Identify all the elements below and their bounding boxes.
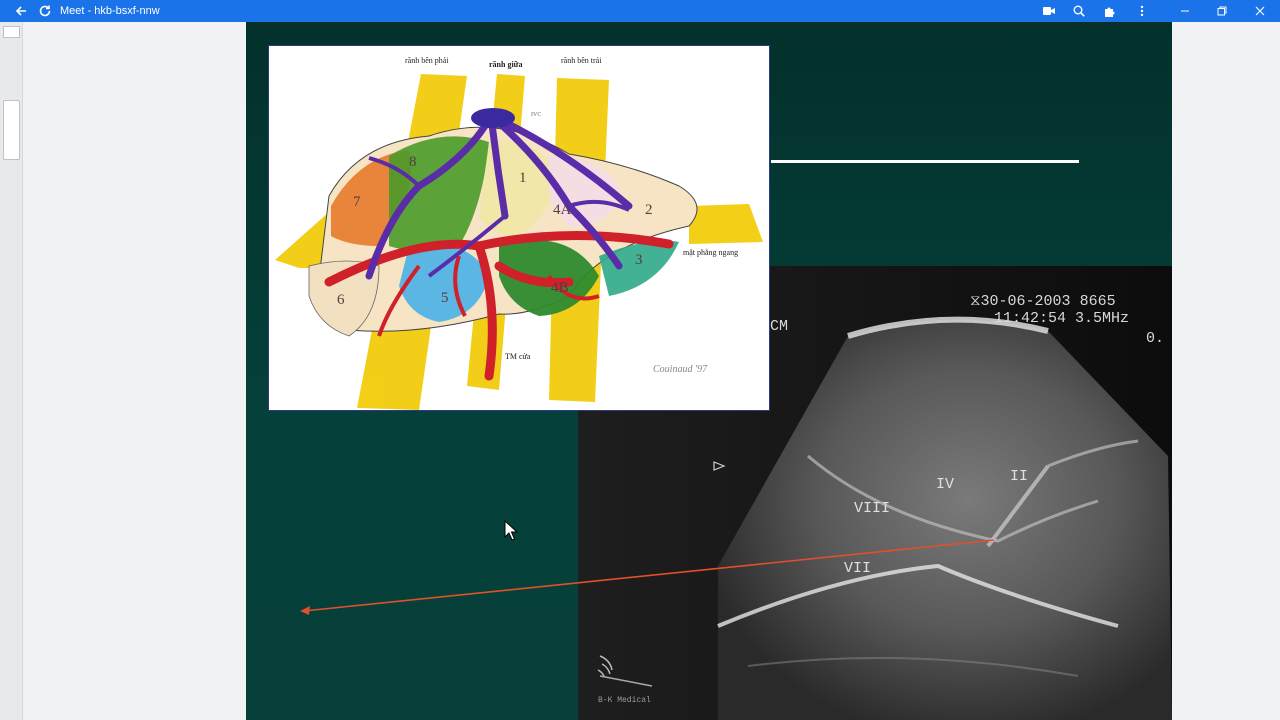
- left-panel: [0, 22, 246, 720]
- segment-7-label: 7: [353, 194, 361, 210]
- ultrasound-value: 0.: [1146, 330, 1165, 347]
- fissure-left-label: rãnh bên trái: [561, 56, 602, 65]
- fissure-middle-label: rãnh giữa: [489, 60, 523, 69]
- slide-scrollbar[interactable]: [0, 22, 23, 720]
- right-panel: [1172, 22, 1280, 720]
- segment-3-label: 3: [635, 252, 643, 268]
- segment-label: IV: [936, 476, 955, 493]
- ultrasound-scale-label: CM: [770, 318, 789, 335]
- close-icon[interactable]: [1251, 0, 1269, 22]
- marker-icon: ⧖: [970, 293, 981, 310]
- brand-label: B-K Medical: [598, 696, 651, 705]
- window-title: Meet - hkb-bsxf-nnw: [60, 5, 160, 17]
- segment-1-label: 1: [519, 170, 527, 186]
- portal-vein-label: TM cửa: [505, 352, 531, 361]
- segment-6-label: 6: [337, 292, 345, 308]
- segment-4a-label: 4A: [553, 202, 572, 218]
- back-icon[interactable]: [10, 0, 32, 22]
- more-icon[interactable]: [1133, 0, 1151, 22]
- segment-label: VIII: [854, 500, 891, 517]
- minimize-icon[interactable]: [1176, 0, 1194, 22]
- signature-label: Couinaud '97: [653, 364, 708, 375]
- ultrasound-date: ⧖30-06-2003 8665: [970, 293, 1116, 310]
- restore-icon[interactable]: [1213, 0, 1231, 22]
- zoom-icon[interactable]: [1070, 0, 1088, 22]
- window-titlebar: Meet - hkb-bsxf-nnw: [0, 0, 1280, 22]
- mouse-cursor-icon: [504, 520, 519, 541]
- slide-divider-line: [771, 160, 1079, 163]
- scroll-thumb[interactable]: [3, 100, 20, 160]
- segment-8-label: 8: [409, 154, 417, 170]
- liver-segment-diagram: 1 2 3 4A 4B 5 6 7 8 rãnh bên phải rãnh g…: [268, 45, 770, 411]
- segment-5-label: 5: [441, 290, 449, 306]
- segment-label: VII: [844, 560, 872, 577]
- extensions-icon[interactable]: [1100, 0, 1118, 22]
- fissure-right-label: rãnh bên phải: [405, 56, 449, 65]
- horizontal-plane-label: mặt phẳng ngang: [683, 248, 739, 257]
- ultrasound-time: 11:42:54 3.5MHz: [994, 310, 1130, 327]
- segment-2-label: 2: [645, 202, 653, 218]
- reload-icon[interactable]: [34, 0, 56, 22]
- segment-label: II: [1010, 468, 1029, 485]
- camera-icon[interactable]: [1040, 0, 1058, 22]
- scroll-top-handle[interactable]: [3, 26, 20, 38]
- segment-4b-label: 4B: [551, 280, 569, 296]
- ivc-label: IVC: [531, 112, 542, 118]
